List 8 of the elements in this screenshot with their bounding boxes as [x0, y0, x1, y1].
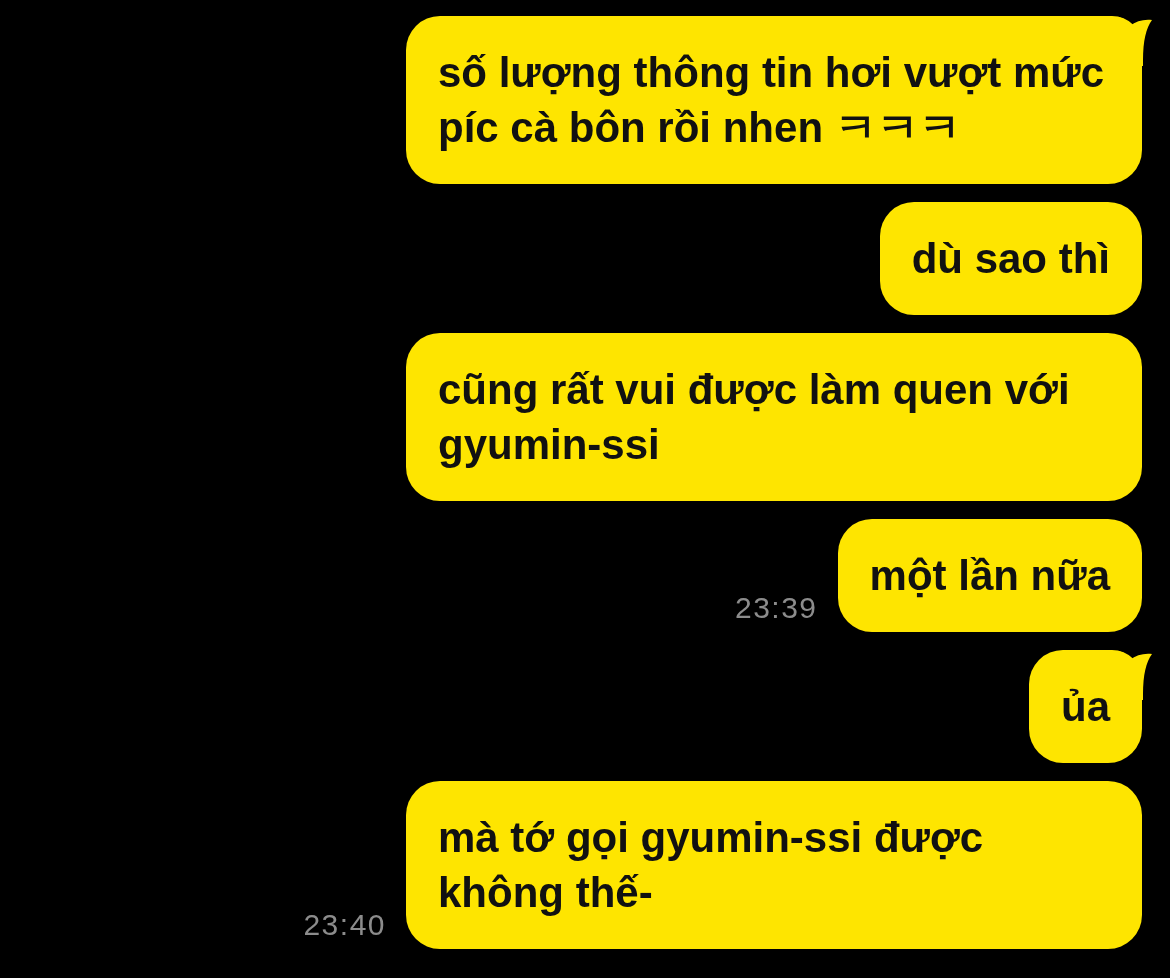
message-time: 23:40 — [303, 909, 386, 941]
message-bubble: dù sao thì — [879, 202, 1142, 315]
message-bubble: số lượng thông tin hơi vượt mức píc cà bôn rồi nhen ㅋㅋㅋ — [406, 16, 1142, 184]
message-bubble: ủa — [1029, 650, 1142, 763]
message-bubble: cũng rất vui được làm quen với gyumin-ssi — [406, 333, 1142, 501]
message-time: 23:39 — [735, 592, 818, 624]
message-bubble: một lần nữa — [837, 519, 1142, 632]
message-bubble: mà tớ gọi gyumin-ssi được không thế- — [406, 781, 1142, 949]
